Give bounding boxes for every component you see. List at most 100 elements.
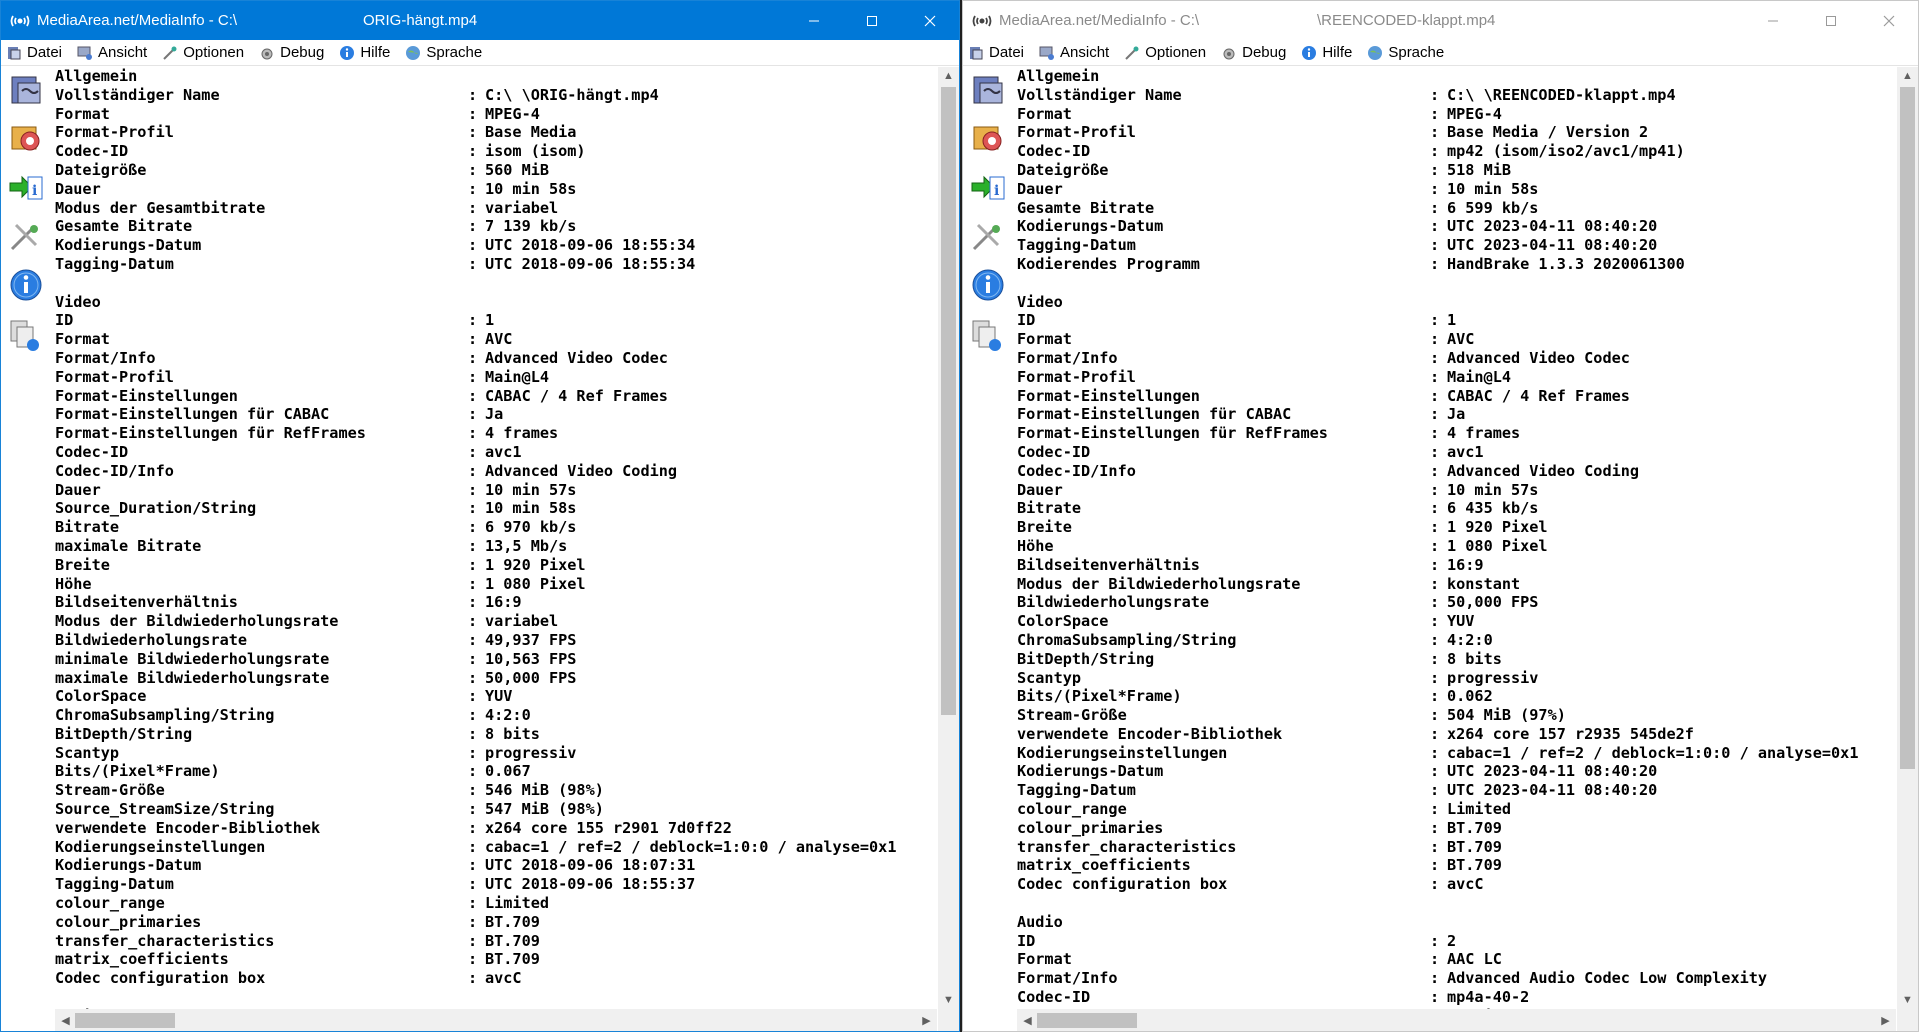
edit-tag-icon[interactable] (968, 117, 1008, 157)
mediainfo-logo-icon[interactable] (6, 69, 46, 109)
horizontal-scrollbar[interactable]: ◀ ▶ (1017, 1009, 1896, 1031)
info-value: avcC (485, 969, 522, 988)
info-value: 10 min 58s (1447, 179, 1539, 198)
info-key: Bits/(Pixel*Frame) (55, 762, 220, 781)
info-row: Vollständiger Name: C:\ \ORIG-hängt.mp4 (55, 86, 937, 105)
scroll-left-arrow[interactable]: ◀ (55, 1011, 76, 1029)
scroll-down-arrow[interactable]: ▼ (1897, 991, 1918, 1009)
close-button[interactable] (1860, 1, 1918, 40)
scroll-down-arrow[interactable]: ▼ (938, 991, 959, 1009)
info-value: 546 MiB (98%) (485, 781, 604, 800)
menu-ansicht[interactable]: Ansicht (76, 44, 147, 62)
info-text-area[interactable]: Allgemein Vollständiger Name: C:\ \ORIG-hä… (55, 67, 937, 1009)
scroll-right-arrow[interactable]: ▶ (1875, 1011, 1896, 1029)
menu-label: Debug (280, 44, 325, 61)
preferences-icon[interactable] (6, 217, 46, 257)
mediainfo-logo-icon[interactable] (968, 69, 1008, 109)
info-value: BT.709 (1447, 818, 1502, 837)
info-value: 1 080 Pixel (485, 574, 586, 593)
menu-hilfe[interactable]: Hilfe (1300, 44, 1352, 62)
info-row: ChromaSubsampling/String:4:2:0 (1017, 631, 1896, 650)
edit-tag-icon[interactable] (6, 117, 46, 157)
vertical-scrollbar[interactable]: ▲ ▼ (1897, 67, 1918, 1009)
close-button[interactable] (901, 1, 959, 40)
info-key: Modus der Bildwiederholungsrate (55, 612, 339, 631)
scroll-thumb[interactable] (1900, 87, 1915, 769)
info-value: 6 435 kb/s (1447, 499, 1539, 518)
info-row: Codec-ID/Info: Advanced Video Coding (55, 462, 937, 481)
scroll-thumb[interactable] (941, 87, 956, 715)
info-key: Kodierungs-Datum (1017, 217, 1164, 236)
info-row: Dauer:10 min 58s (55, 180, 937, 199)
vertical-scrollbar[interactable]: ▲ ▼ (938, 67, 959, 1009)
info-separator: : (468, 950, 478, 969)
info-separator: : (468, 781, 478, 800)
scroll-thumb[interactable] (75, 1013, 175, 1028)
info-value: Limited (485, 894, 550, 913)
horizontal-scrollbar[interactable]: ◀ ▶ (55, 1009, 937, 1031)
info-value: Base Media / Version 2 (1447, 123, 1649, 142)
info-row: verwendete Encoder-Bibliothek: x264 core … (1017, 725, 1896, 744)
info-key: Bitrate (55, 518, 120, 537)
title-bar[interactable]: MediaArea.net/MediaInfo - C:\ \REENCODED… (963, 1, 1918, 40)
info-separator: : (1430, 706, 1440, 725)
scroll-up-arrow[interactable]: ▲ (1897, 67, 1918, 85)
menu-datei[interactable]: Datei (967, 44, 1024, 62)
info-icon[interactable] (968, 265, 1008, 305)
export-icon[interactable]: i (968, 167, 1008, 207)
title-bar[interactable]: MediaArea.net/MediaInfo - C:\ ORIG-hängt… (1, 1, 959, 40)
info-icon[interactable] (6, 265, 46, 305)
info-row: Bildwiederholungsrate:49,937 FPS (55, 631, 937, 650)
menu-label: Ansicht (1060, 44, 1110, 61)
info-value: 8 bits (1447, 649, 1502, 668)
minimize-button[interactable] (1744, 1, 1802, 40)
info-row: transfer_characteristics: BT.709 (55, 932, 937, 951)
scroll-right-arrow[interactable]: ▶ (916, 1011, 937, 1029)
scroll-up-arrow[interactable]: ▲ (938, 67, 959, 85)
menu-sprache[interactable]: Sprache (404, 44, 482, 62)
preferences-icon[interactable] (968, 217, 1008, 257)
info-text-area[interactable]: Allgemein Vollständiger Name: C:\ \REENCOD… (1017, 67, 1896, 1009)
info-separator: : (468, 969, 478, 988)
section-title: Allgemein (55, 67, 138, 85)
info-value: 10 min 57s (1447, 480, 1539, 499)
menu-sprache[interactable]: Sprache (1366, 44, 1444, 62)
scroll-left-arrow[interactable]: ◀ (1017, 1011, 1038, 1029)
info-key: Format-Einstellungen für CABAC (1017, 405, 1292, 424)
scroll-thumb[interactable] (1037, 1013, 1137, 1028)
maximize-button[interactable] (1802, 1, 1860, 40)
info-value: AVC (1447, 330, 1475, 349)
info-row: transfer_characteristics: BT.709 (1017, 838, 1896, 857)
info-separator: : (468, 555, 478, 574)
menu-optionen[interactable]: Optionen (161, 44, 244, 62)
folder-copy-icon[interactable] (968, 315, 1008, 355)
info-value: 6 599 kb/s (1447, 198, 1539, 217)
menu-hilfe[interactable]: Hilfe (338, 44, 390, 62)
menu-ansicht[interactable]: Ansicht (1038, 44, 1109, 62)
section-title: Video (1017, 292, 1063, 311)
info-key: Gesamte Bitrate (1017, 198, 1155, 217)
svg-text:i: i (994, 183, 999, 199)
section-header: Allgemein (55, 67, 937, 86)
menu-optionen[interactable]: Optionen (1123, 44, 1206, 62)
menu-debug[interactable]: Debug (258, 44, 324, 62)
section-header: Audio (1017, 913, 1896, 932)
maximize-button[interactable] (843, 1, 901, 40)
info-value: mp4a-40-2 (1447, 988, 1530, 1007)
menu-debug[interactable]: Debug (1220, 44, 1286, 62)
info-separator: : (468, 330, 478, 349)
svg-text:i: i (32, 183, 37, 199)
info-separator: : (1430, 649, 1440, 668)
info-separator: : (468, 85, 478, 104)
info-key: Tagging-Datum (55, 875, 174, 894)
info-key: transfer_characteristics (55, 931, 275, 950)
info-value: UTC 2018-09-06 18:55:37 (485, 875, 696, 894)
info-row: matrix_coefficients: BT.709 (55, 950, 937, 969)
export-icon[interactable]: i (6, 167, 46, 207)
folder-copy-icon[interactable] (6, 315, 46, 355)
view-icon (76, 44, 94, 62)
info-separator: : (1430, 217, 1440, 236)
info-value: 518 MiB (1447, 160, 1512, 179)
menu-datei[interactable]: Datei (5, 44, 62, 62)
minimize-button[interactable] (785, 1, 843, 40)
